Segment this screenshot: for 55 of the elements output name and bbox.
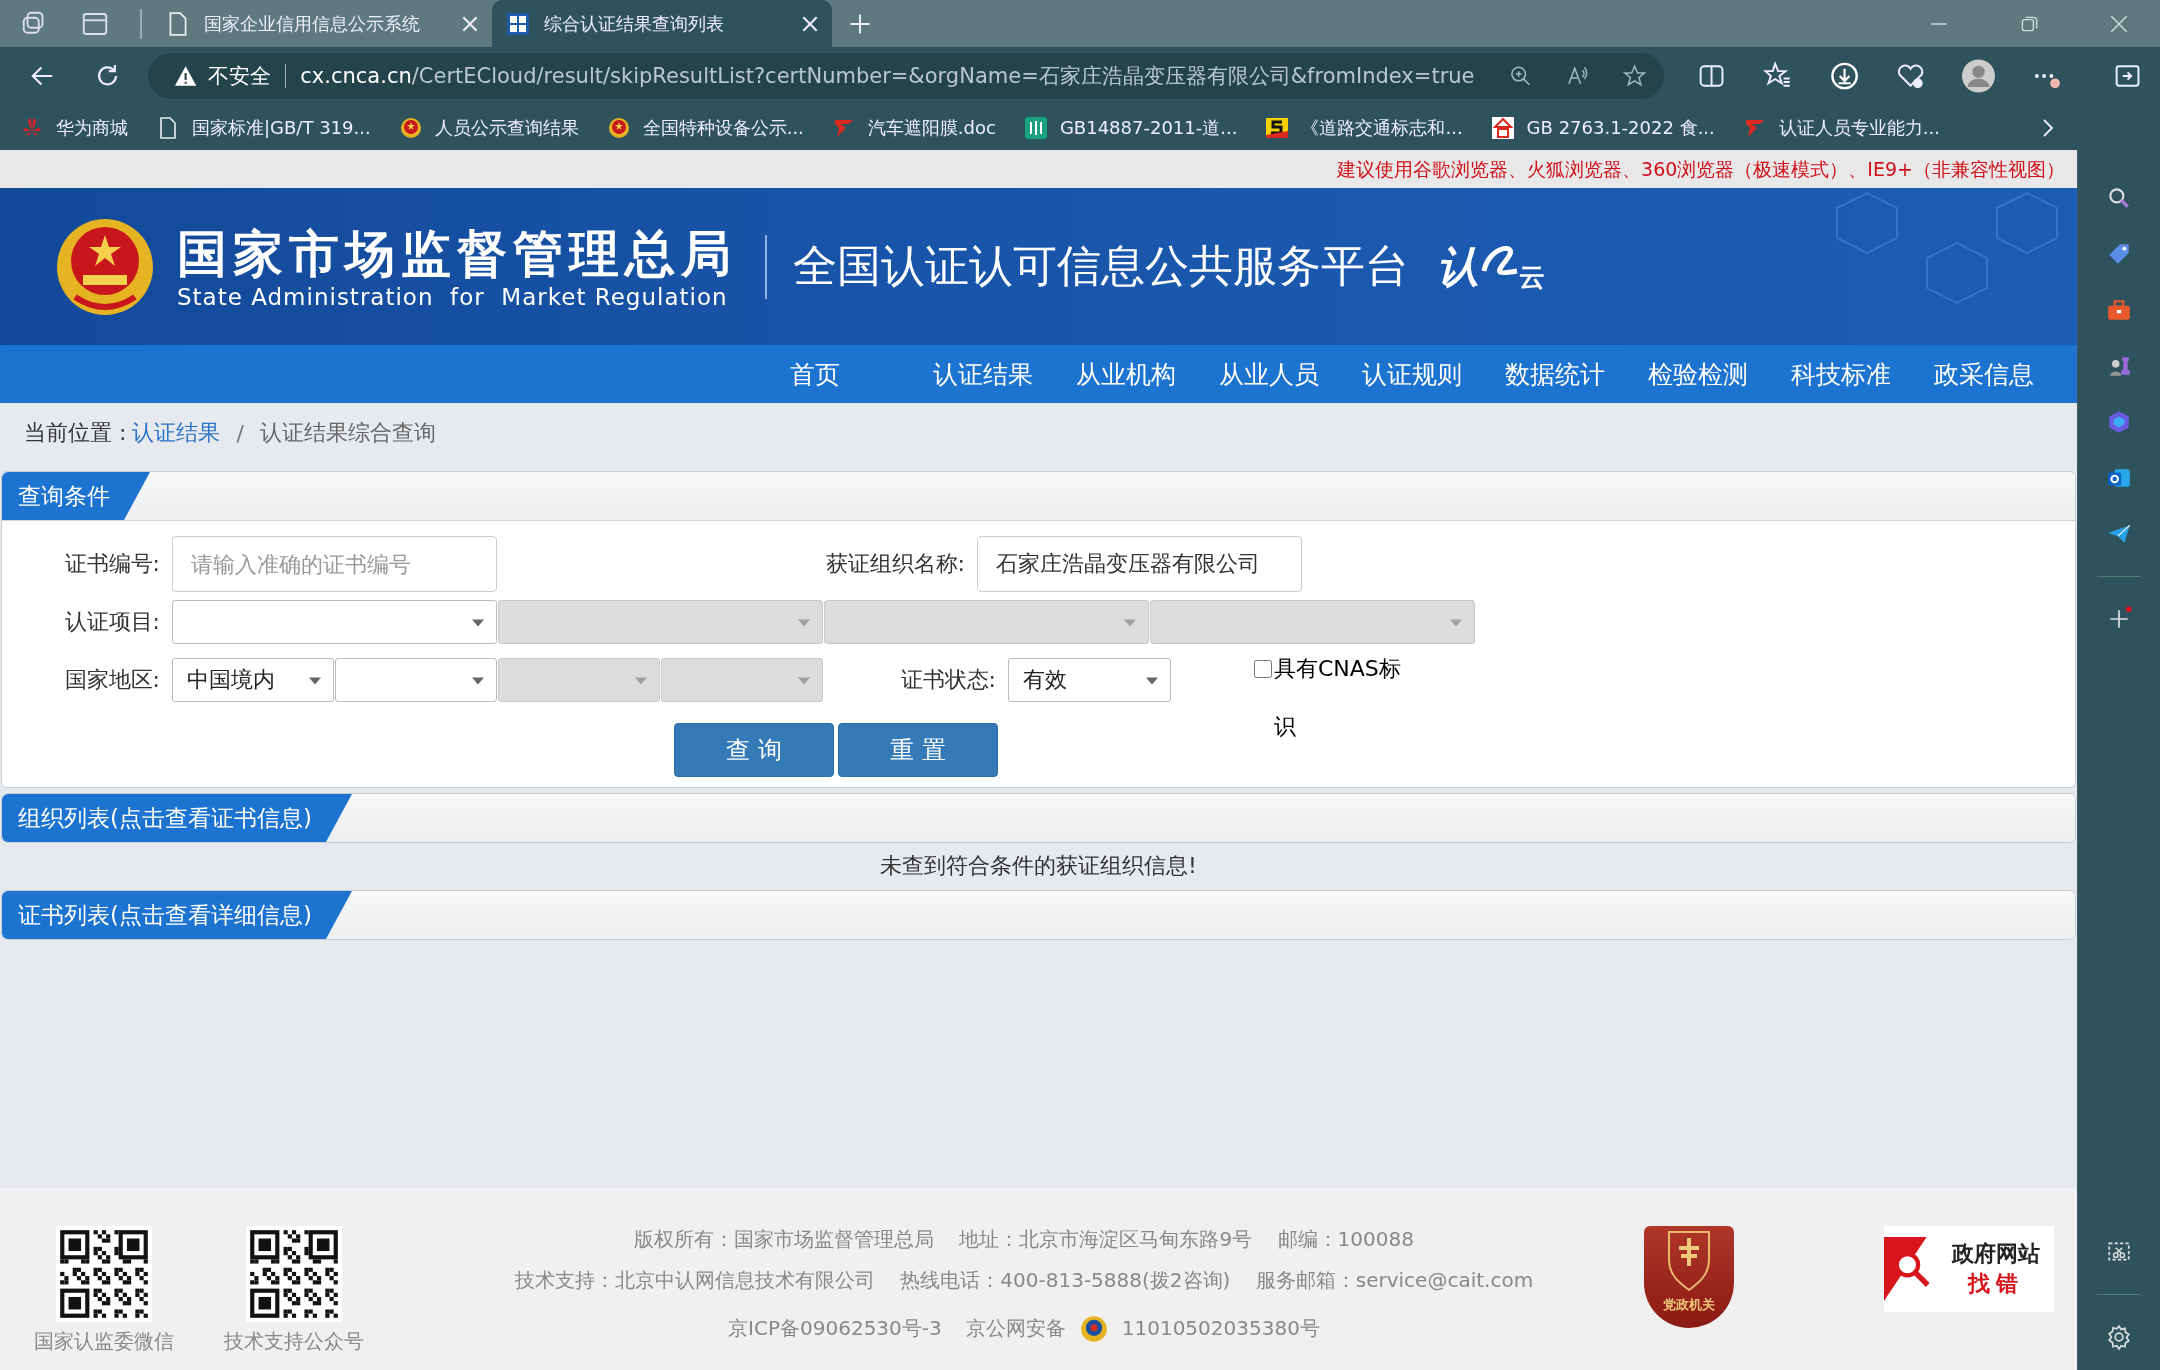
nav-link[interactable]: 从业人员 [1219, 357, 1362, 391]
breadcrumb-label: 当前位置 : [24, 419, 127, 447]
party-badge[interactable]: 党政机关 [1644, 1226, 1734, 1328]
agency-title: 国家市场监督管理总局 [177, 223, 737, 284]
form-button[interactable]: 重 置 [838, 723, 998, 777]
bookmark[interactable]: GB14887-2011-道... [1023, 115, 1238, 140]
field-label: 证书状态: [899, 666, 997, 694]
police-record-label[interactable]: 京公网安备 [965, 1315, 1066, 1342]
nav-link[interactable]: 认证规则 [1362, 357, 1505, 391]
bookmark[interactable]: 国家标准|GB/T 319... [156, 115, 371, 140]
select-field[interactable]: 中国境内 [172, 658, 334, 702]
checkbox-label: 具有CNAS标识 [1274, 655, 1402, 741]
bookmark[interactable]: 华为商城 [20, 115, 128, 140]
nav-link[interactable]: 政采信息 [1934, 357, 2077, 391]
panel-title: 组织列表(点击查看证书信息) [2, 794, 352, 842]
nav-link[interactable]: 首页 [790, 357, 933, 391]
panel-title: 查询条件 [2, 472, 150, 520]
form-button[interactable]: 查 询 [674, 723, 834, 777]
platform-logo: 认 云 [1437, 240, 1545, 294]
nav-link[interactable]: 数据统计 [1505, 357, 1648, 391]
icp-number[interactable]: 京ICP备09062530号-3 [728, 1315, 942, 1342]
footer-text: 版权所有：国家市场监督管理总局 地址：北京市海淀区马甸东路9号 邮编：100088 [634, 1226, 1414, 1253]
bookmark[interactable]: 全国特种设备公示... [606, 115, 804, 140]
nav-link[interactable]: 科技标准 [1791, 357, 1934, 391]
bookmark[interactable]: 汽车遮阳膜.doc [831, 115, 996, 140]
field-label: 认证项目: [63, 608, 161, 636]
address-bar[interactable]: 不安全 cx.cnca.cn/CertECloud/result/skipResultList?certNumber=&orgName=石家庄浩晶变压器有限公司&fromIndex=true [148, 53, 1665, 99]
breadcrumb-current: 认证结果综合查询 [259, 419, 436, 447]
nav-link[interactable]: 检验检测 [1648, 357, 1791, 391]
bookmark[interactable]: 认证人员专业能力... [1742, 115, 1940, 140]
field-label: 获证组织名称: [824, 550, 966, 578]
breadcrumb-link[interactable]: 认证结果 [132, 418, 221, 448]
org-name-field[interactable]: 石家庄浩晶变压器有限公司 [977, 536, 1302, 592]
footer-text: 技术支持：北京中认网信息技术有限公司 热线电话：400-813-5888(拨2咨询) 服务邮箱：service@cait.com [514, 1267, 1534, 1294]
nav-link[interactable]: 从业机构 [1076, 357, 1219, 391]
bookmark[interactable]: GB 2763.1-2022 食... [1490, 115, 1715, 140]
agency-english-title: State Administration for Market Regulation [177, 283, 729, 310]
bookmark[interactable]: 人员公示查询结果 [398, 115, 579, 140]
qr-caption: 国家认监委微信 [34, 1328, 174, 1355]
breadcrumb-separator: / [236, 420, 244, 446]
police-record-number[interactable]: 11010502035380号 [1121, 1315, 1320, 1342]
bookmark[interactable]: 《道路交通标志和... [1265, 115, 1463, 140]
cert-number-field[interactable]: 请输入准确的证书编号 [172, 536, 497, 592]
browser-tab[interactable]: 综合认证结果查询列表 [492, 0, 832, 47]
empty-message: 未查到符合条件的获证组织信息! [880, 853, 1197, 878]
browser-tab[interactable]: 国家企业信用信息公示系统 [152, 0, 492, 47]
platform-title: 全国认证认可信息公共服务平台 [793, 239, 1409, 293]
panel-title: 证书列表(点击查看详细信息) [2, 891, 352, 939]
field-label: 证书编号: [63, 550, 161, 578]
gov-error-badge[interactable]: 政府网站 找错 [1884, 1226, 2054, 1312]
browser-notice: 建议使用谷歌浏览器、火狐浏览器、360浏览器（极速模式）、IE9+（非兼容性视图） [0, 150, 2077, 188]
field-label: 国家地区: [63, 666, 161, 694]
nav-link[interactable]: 认证结果 [933, 357, 1076, 391]
status-select[interactable]: 有效 [1008, 658, 1171, 702]
qr-caption: 技术支持公众号 [224, 1328, 364, 1355]
